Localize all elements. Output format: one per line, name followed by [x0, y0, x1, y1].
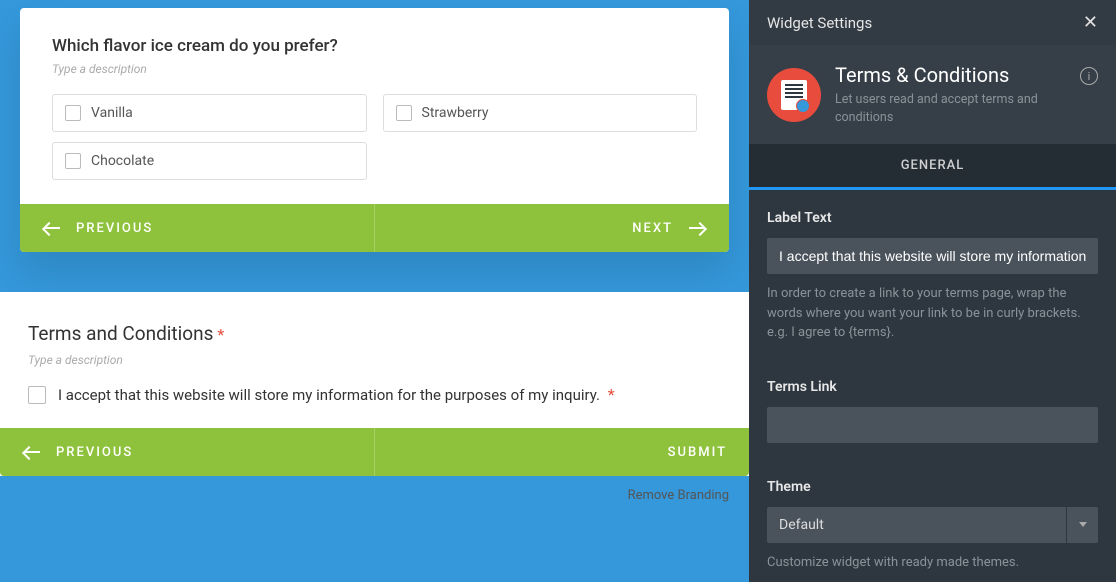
- sidebar-content: Label Text In order to create a link to …: [749, 190, 1116, 582]
- label-text-label: Label Text: [767, 210, 1098, 226]
- option-strawberry[interactable]: Strawberry: [383, 94, 698, 132]
- option-chocolate[interactable]: Chocolate: [52, 142, 367, 180]
- prev-label: PREVIOUS: [56, 445, 133, 460]
- widget-icon-circle: [767, 68, 821, 122]
- next-label: NEXT: [632, 221, 673, 236]
- description-placeholder[interactable]: Type a description: [28, 353, 721, 367]
- required-asterisk: *: [608, 385, 615, 404]
- description-placeholder[interactable]: Type a description: [52, 62, 697, 76]
- option-vanilla[interactable]: Vanilla: [52, 94, 367, 132]
- form-preview-area: Which flavor ice cream do you prefer? Ty…: [0, 0, 749, 582]
- required-asterisk: *: [217, 325, 224, 344]
- terms-card: Terms and Conditions* Type a description…: [0, 292, 749, 476]
- terms-link-label: Terms Link: [767, 379, 1098, 395]
- submit-label: SUBMIT: [668, 445, 727, 460]
- widget-header: Terms & Conditions Let users read and ac…: [749, 45, 1116, 144]
- theme-select[interactable]: Default: [767, 507, 1098, 543]
- next-button[interactable]: NEXT: [375, 204, 729, 252]
- checkbox-icon: [65, 153, 81, 169]
- submit-button[interactable]: SUBMIT: [375, 428, 749, 476]
- widget-name: Terms & Conditions: [835, 63, 1066, 87]
- checkbox-icon: [65, 105, 81, 121]
- theme-value: Default: [767, 507, 1066, 543]
- arrow-right-icon: [687, 223, 707, 233]
- remove-branding-link[interactable]: Remove Branding: [0, 476, 749, 503]
- checkbox-icon: [396, 105, 412, 121]
- close-icon[interactable]: ✕: [1083, 12, 1098, 33]
- widget-settings-panel: Widget Settings ✕ Terms & Conditions Let…: [749, 0, 1116, 582]
- option-label: Vanilla: [91, 105, 133, 121]
- nav-bar: PREVIOUS SUBMIT: [0, 428, 749, 476]
- accept-row[interactable]: I accept that this website will store my…: [28, 385, 721, 404]
- sidebar-header: Widget Settings ✕: [749, 0, 1116, 45]
- info-icon[interactable]: i: [1080, 67, 1098, 85]
- option-label: Chocolate: [91, 153, 154, 169]
- document-check-icon: [781, 80, 807, 110]
- prev-label: PREVIOUS: [76, 221, 153, 236]
- chevron-down-icon: [1066, 507, 1098, 543]
- terms-title[interactable]: Terms and Conditions*: [28, 322, 721, 345]
- theme-label: Theme: [767, 479, 1098, 495]
- option-label: Strawberry: [422, 105, 489, 121]
- arrow-left-icon: [42, 223, 62, 233]
- question-title[interactable]: Which flavor ice cream do you prefer?: [52, 36, 697, 56]
- accept-text: I accept that this website will store my…: [58, 385, 615, 404]
- label-text-input[interactable]: [767, 238, 1098, 274]
- tab-general[interactable]: GENERAL: [749, 144, 1116, 190]
- label-text-help: In order to create a link to your terms …: [767, 284, 1098, 343]
- widget-description: Let users read and accept terms and cond…: [835, 91, 1066, 126]
- theme-help: Customize widget with ready made themes.: [767, 553, 1098, 573]
- checkbox-icon[interactable]: [28, 386, 46, 404]
- nav-bar: PREVIOUS NEXT: [20, 204, 729, 252]
- previous-button[interactable]: PREVIOUS: [20, 204, 375, 252]
- question-card-flavor: Which flavor ice cream do you prefer? Ty…: [20, 8, 729, 252]
- terms-link-input[interactable]: [767, 407, 1098, 443]
- sidebar-title: Widget Settings: [767, 14, 872, 32]
- previous-button[interactable]: PREVIOUS: [0, 428, 375, 476]
- arrow-left-icon: [22, 447, 42, 457]
